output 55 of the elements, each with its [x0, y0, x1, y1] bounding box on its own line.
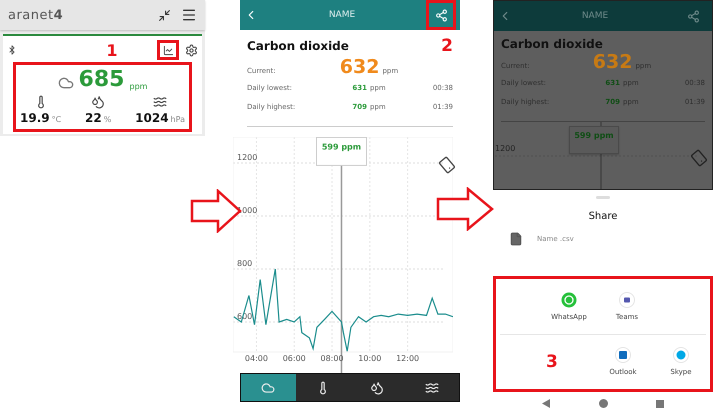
unit-label: hPa	[170, 115, 185, 124]
app-icon	[619, 292, 635, 308]
bluetooth-icon	[7, 45, 17, 55]
axis-label: 10:00	[358, 354, 382, 363]
settings-icon[interactable]	[185, 44, 198, 56]
sheet-title: Share	[588, 211, 618, 222]
axis-label: 1200	[495, 144, 516, 153]
shrink-icon[interactable]	[158, 8, 171, 22]
unit-label: ppm	[129, 82, 148, 91]
current-value: 632	[592, 51, 632, 73]
file-icon	[509, 232, 523, 246]
share-icon	[434, 8, 448, 22]
sensor-tab[interactable]	[296, 374, 350, 401]
sheet-handle[interactable]	[596, 196, 610, 199]
waves-icon	[424, 380, 439, 394]
app-icon	[561, 292, 577, 308]
cloud-icon	[261, 380, 276, 394]
current-value: 632	[340, 56, 380, 78]
step-number: 2	[441, 36, 453, 56]
line-chart-icon	[162, 44, 174, 56]
share-button[interactable]	[426, 0, 456, 30]
value-tooltip: 599 ppm	[569, 126, 619, 154]
back-icon[interactable]	[542, 399, 550, 408]
sensor-tab[interactable]	[404, 374, 459, 401]
axis-label: 12:00	[396, 354, 420, 363]
value-tooltip: 599 ppm	[316, 137, 367, 166]
chart-button[interactable]	[157, 40, 179, 60]
reading-value: 19.9	[20, 111, 50, 125]
axis-label: 800	[237, 259, 252, 268]
axis-label: 06:00	[282, 354, 306, 363]
step-number: 3	[545, 352, 559, 372]
app-name: aranet4	[8, 8, 64, 22]
axis-label: 1200	[237, 152, 258, 162]
step-number: 1	[106, 40, 118, 60]
co2-value: 685	[78, 69, 124, 91]
sensor-heading: Carbon dioxide	[247, 39, 349, 53]
app-icon	[673, 347, 689, 364]
recents-icon[interactable]	[656, 400, 664, 408]
sensor-heading: Carbon dioxide	[501, 37, 603, 51]
app-icon	[615, 347, 631, 364]
unit-label: %	[104, 115, 112, 124]
unit-label: °C	[52, 115, 62, 124]
annotation: 599 ppm	[322, 142, 362, 152]
home-icon[interactable]	[598, 399, 608, 408]
menu-icon[interactable]	[181, 7, 197, 23]
axis-label: 04:00	[244, 354, 268, 363]
header-title: NAME	[580, 11, 610, 21]
cloud-icon	[58, 75, 74, 91]
droplets-icon	[91, 95, 106, 109]
droplets-icon	[370, 380, 384, 394]
share-icon	[686, 10, 700, 22]
reading-value: 22	[85, 111, 102, 125]
waves-icon	[153, 95, 168, 109]
header-title: NAME	[328, 10, 356, 20]
reading-value: 1024	[135, 111, 169, 125]
